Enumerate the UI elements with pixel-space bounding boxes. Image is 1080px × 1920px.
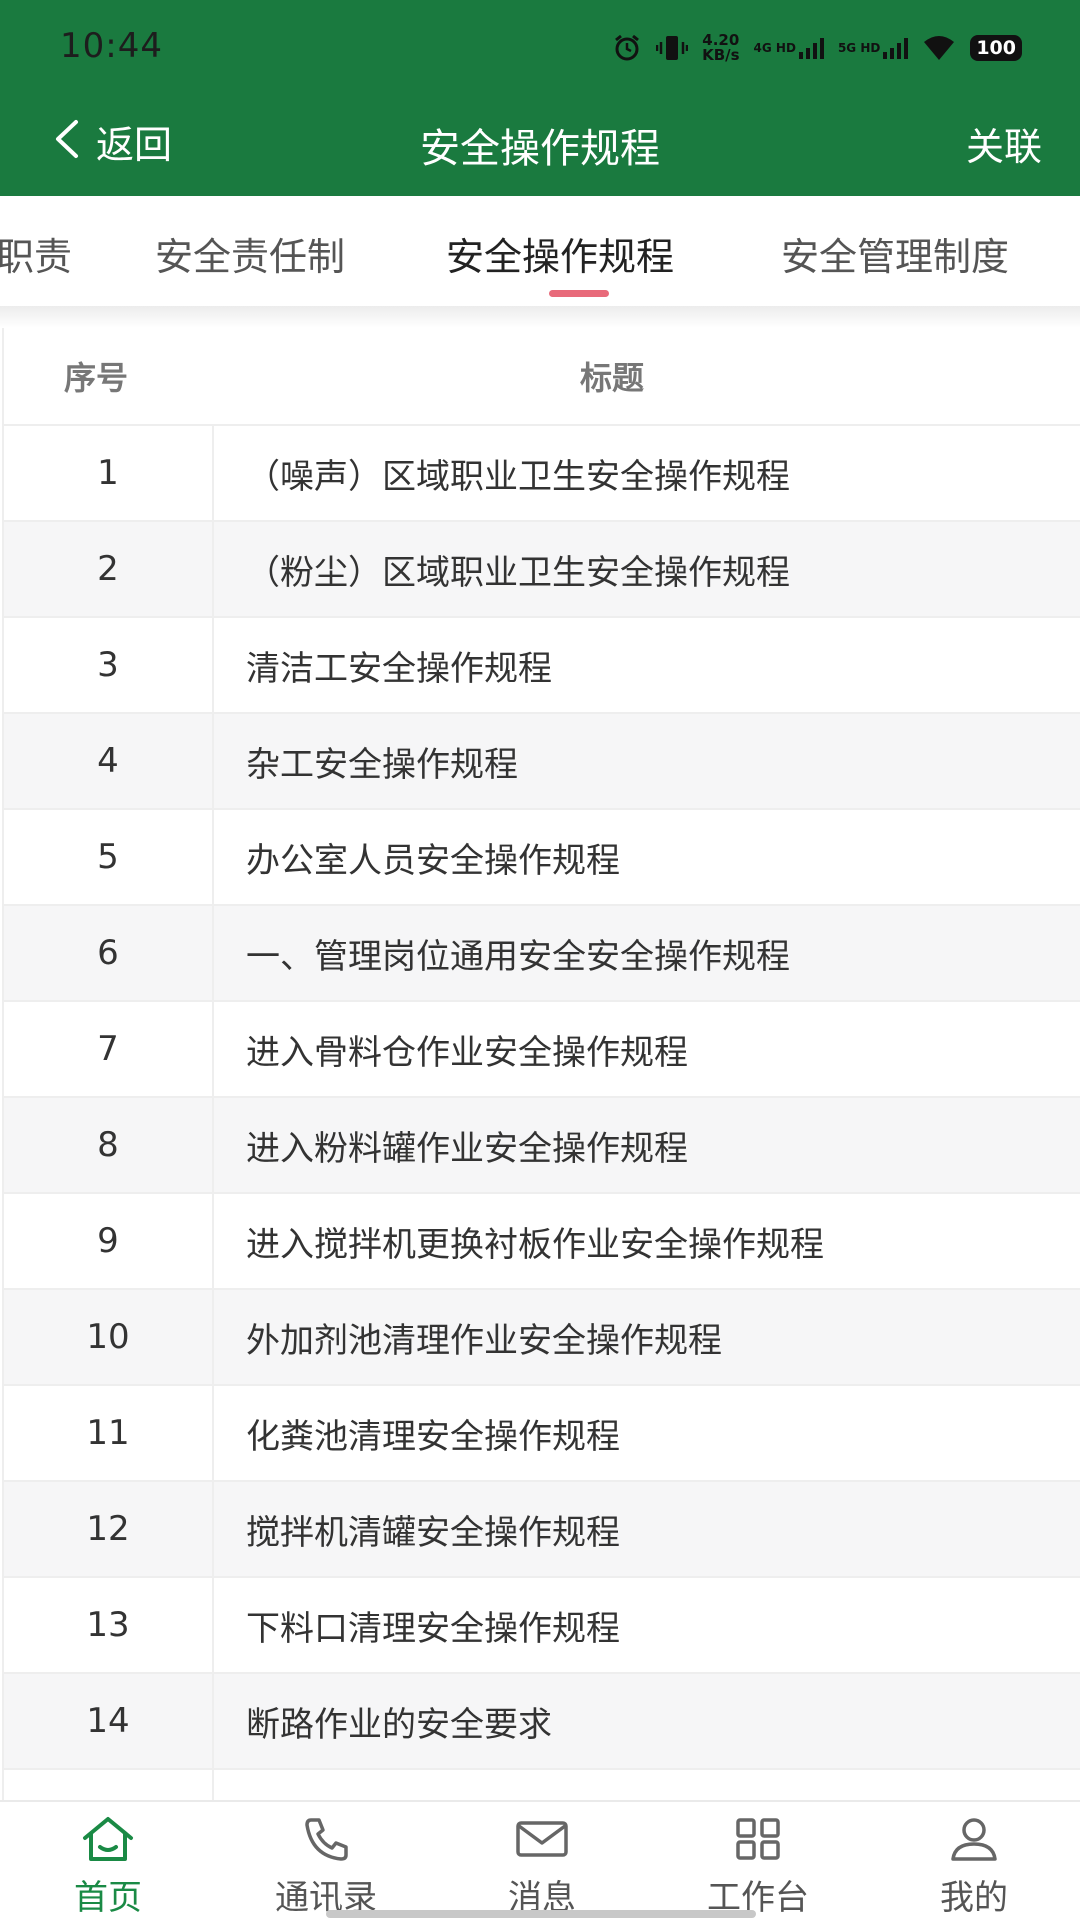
table-row[interactable]: 6 一、管理岗位通用安全安全操作规程 [4, 906, 1080, 1002]
table-row[interactable]: 8 进入粉料罐作业安全操作规程 [4, 1098, 1080, 1194]
grid-icon [678, 1814, 838, 1864]
row-number: 7 [4, 1002, 214, 1096]
row-number: 12 [4, 1482, 214, 1576]
row-number: 4 [4, 714, 214, 808]
home-indicator [326, 1910, 756, 1918]
alarm-icon [612, 33, 642, 63]
table-header: 序号 标题 [4, 328, 1080, 426]
table-row[interactable]: 11 化粪池清理安全操作规程 [4, 1386, 1080, 1482]
status-bar: 10:44 4.20 KB/s 4G HD 5G HD 100 [0, 0, 1080, 96]
row-number: 10 [4, 1290, 214, 1384]
tab-active-indicator [549, 290, 609, 297]
table-row[interactable]: 4 杂工安全操作规程 [4, 714, 1080, 810]
column-header-no: 序号 [63, 359, 128, 397]
nav-item-contacts[interactable]: 通讯录 [246, 1814, 406, 1919]
tab-responsibility-system[interactable]: 安全责任制 [155, 226, 345, 281]
back-label: 返回 [96, 122, 173, 167]
table-body: 1 （噪声）区域职业卫生安全操作规程 2 （粉尘）区域职业卫生安全操作规程 3 … [4, 426, 1080, 1866]
row-title: 办公室人员安全操作规程 [246, 840, 620, 881]
battery-icon: 100 [970, 35, 1022, 61]
table-row[interactable]: 9 进入搅拌机更换衬板作业安全操作规程 [4, 1194, 1080, 1290]
table-row[interactable]: 1 （噪声）区域职业卫生安全操作规程 [4, 426, 1080, 522]
row-title: 化粪池清理安全操作规程 [246, 1416, 620, 1457]
row-title: 进入搅拌机更换衬板作业安全操作规程 [246, 1224, 824, 1265]
nav-item-messages[interactable]: 消息 [462, 1814, 622, 1919]
table-row[interactable]: 14 断路作业的安全要求 [4, 1674, 1080, 1770]
sim1-label: 4G HD [753, 41, 796, 55]
row-number: 2 [4, 522, 214, 616]
table-row[interactable]: 5 办公室人员安全操作规程 [4, 810, 1080, 906]
row-title: 清洁工安全操作规程 [246, 648, 552, 689]
row-title: 杂工安全操作规程 [246, 744, 518, 785]
row-number: 1 [4, 426, 214, 520]
net-speed: 4.20 KB/s [702, 33, 739, 63]
row-title: 搅拌机清罐安全操作规程 [246, 1512, 620, 1553]
bottom-nav: 首页 通讯录 消息 工作台 我的 [0, 1800, 1080, 1920]
back-button[interactable]: 返回 [52, 116, 173, 167]
signal-4g-icon: 4G HD [754, 36, 824, 60]
tab-management-system[interactable]: 安全管理制度 [781, 226, 1009, 281]
link-button[interactable]: 关联 [966, 116, 1042, 171]
chevron-left-icon [52, 118, 82, 164]
column-header-title: 标题 [579, 359, 644, 397]
nav-item-home[interactable]: 首页 [28, 1814, 188, 1919]
row-title: 断路作业的安全要求 [246, 1704, 552, 1745]
tab-duties[interactable]: 职责 [0, 226, 72, 281]
row-title: 外加剂池清理作业安全操作规程 [246, 1320, 722, 1361]
nav-item-workbench[interactable]: 工作台 [678, 1814, 838, 1919]
tab-bar: 职责 安全责任制 安全操作规程 安全管理制度 [0, 196, 1080, 306]
tab-operating-procedures[interactable]: 安全操作规程 [446, 226, 674, 281]
row-title: 下料口清理安全操作规程 [246, 1608, 620, 1649]
status-icons: 4.20 KB/s 4G HD 5G HD 100 [612, 30, 1022, 66]
mail-icon [462, 1814, 622, 1864]
nav-label-profile: 我的 [940, 1878, 1008, 1918]
net-speed-unit: KB/s [702, 46, 740, 64]
row-number: 6 [4, 906, 214, 1000]
vibrate-icon [656, 33, 689, 63]
row-number: 13 [4, 1578, 214, 1672]
row-number: 11 [4, 1386, 214, 1480]
row-number: 14 [4, 1674, 214, 1768]
nav-item-profile[interactable]: 我的 [894, 1814, 1054, 1919]
phone-icon [246, 1814, 406, 1864]
row-number: 9 [4, 1194, 214, 1288]
sim2-label: 5G HD [837, 41, 881, 55]
row-title: 一、管理岗位通用安全安全操作规程 [246, 936, 790, 977]
row-title: 进入骨料仓作业安全操作规程 [246, 1032, 688, 1073]
row-title: （粉尘）区域职业卫生安全操作规程 [246, 552, 790, 593]
status-time: 10:44 [60, 26, 163, 66]
table-row[interactable]: 2 （粉尘）区域职业卫生安全操作规程 [4, 522, 1080, 618]
table-row[interactable]: 12 搅拌机清罐安全操作规程 [4, 1482, 1080, 1578]
row-number: 3 [4, 618, 214, 712]
nav-label-home: 首页 [74, 1878, 142, 1918]
table-row[interactable]: 3 清洁工安全操作规程 [4, 618, 1080, 714]
row-title: （噪声）区域职业卫生安全操作规程 [246, 456, 790, 497]
user-icon [894, 1814, 1054, 1864]
procedures-table: 序号 标题 1 （噪声）区域职业卫生安全操作规程 2 （粉尘）区域职业卫生安全操… [2, 328, 1080, 1866]
row-number: 8 [4, 1098, 214, 1192]
app-header: 10:44 4.20 KB/s 4G HD 5G HD 100 返回 安全操作规… [0, 0, 1080, 196]
row-title: 进入粉料罐作业安全操作规程 [246, 1128, 688, 1169]
nav-bar: 返回 安全操作规程 关联 [0, 100, 1080, 184]
row-number: 5 [4, 810, 214, 904]
tabs-divider [0, 306, 1080, 328]
table-row[interactable]: 13 下料口清理安全操作规程 [4, 1578, 1080, 1674]
table-row[interactable]: 7 进入骨料仓作业安全操作规程 [4, 1002, 1080, 1098]
home-icon [28, 1814, 188, 1864]
wifi-icon [922, 34, 956, 62]
signal-5g-icon: 5G HD [837, 36, 909, 60]
table-row[interactable]: 10 外加剂池清理作业安全操作规程 [4, 1290, 1080, 1386]
